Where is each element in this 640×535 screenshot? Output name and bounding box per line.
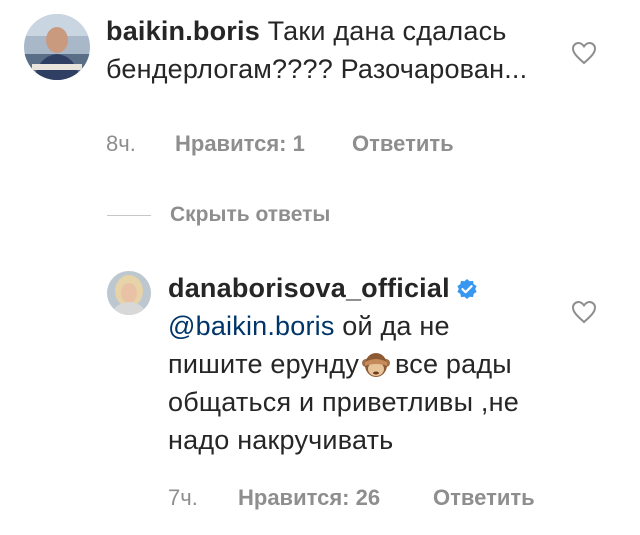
comment-time: 7ч.	[168, 485, 198, 510]
comment-time: 8ч.	[106, 131, 136, 156]
hide-replies-button[interactable]: Скрыть ответы	[170, 203, 330, 227]
avatar-danaborisova[interactable]	[107, 271, 151, 315]
comment-username[interactable]: danaborisova_official	[168, 273, 450, 303]
avatar-baikin-boris[interactable]	[24, 14, 90, 80]
see-no-evil-monkey-icon	[362, 353, 391, 377]
mention-link[interactable]: @baikin.boris	[168, 311, 335, 341]
verified-badge-icon	[457, 279, 477, 299]
replies-divider	[107, 215, 151, 216]
comment-body: baikin.boris Таки дана сдалась бендерлог…	[106, 12, 551, 88]
comment-username[interactable]: baikin.boris	[106, 16, 260, 46]
heart-icon[interactable]	[571, 41, 597, 65]
likes-count[interactable]: Нравится: 26	[238, 485, 380, 511]
reply-button[interactable]: Ответить	[352, 131, 454, 157]
reply-button[interactable]: Ответить	[433, 485, 535, 511]
likes-count[interactable]: Нравится: 1	[175, 131, 305, 157]
heart-icon[interactable]	[571, 300, 597, 324]
comment-body: danaborisova_official @baikin.boris ой д…	[168, 269, 548, 459]
